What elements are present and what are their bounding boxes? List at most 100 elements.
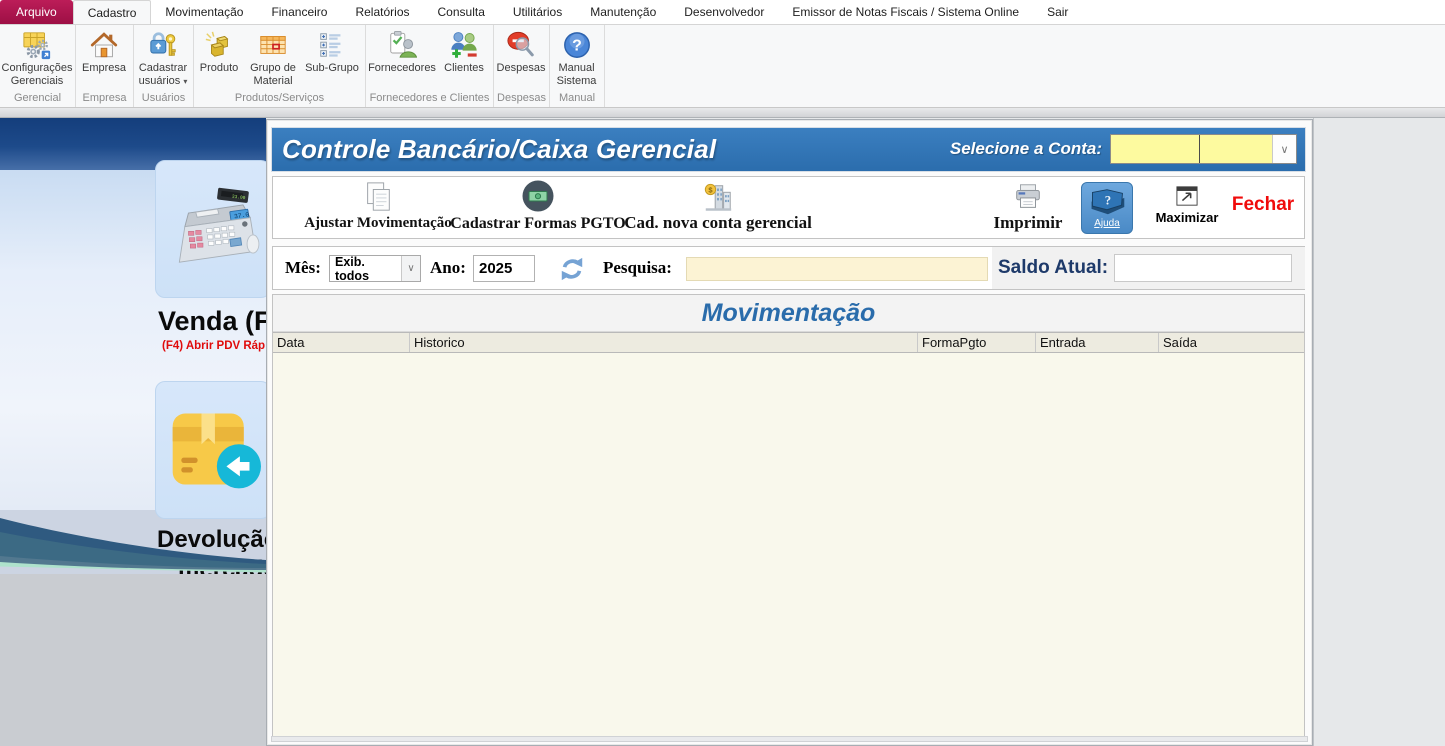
orange-grid-icon — [257, 29, 289, 61]
dialog-header: Controle Bancário/Caixa Gerencial Seleci… — [272, 128, 1305, 171]
dialog-toolbar: Ajustar Movimentação Cadastrar Formas PG… — [272, 176, 1305, 239]
ribbon-button-label: Produto — [200, 62, 239, 75]
clientes-button[interactable]: Clientes — [438, 28, 490, 76]
fechar-button[interactable]: Fechar — [1225, 194, 1301, 216]
gold-boxes-icon — [203, 29, 235, 61]
fornecedores-button[interactable]: Fornecedores — [366, 28, 438, 76]
printer-icon — [1012, 182, 1044, 212]
tab-sair[interactable]: Sair — [1033, 0, 1082, 24]
toolbar-button-label: Ajustar Movimentação — [304, 215, 452, 232]
ano-label: Ano: — [430, 258, 466, 278]
menu-bar: Arquivo Cadastro Movimentação Financeiro… — [0, 0, 1445, 24]
tab-movimentacao[interactable]: Movimentação — [151, 0, 257, 24]
cad-nova-conta-gerencial-button[interactable]: $ Cad. nova conta gerencial — [598, 181, 838, 233]
saldo-panel: Saldo Atual: — [992, 247, 1305, 289]
venda-card-label: Venda (F — [158, 306, 266, 337]
column-header-saida[interactable]: Saída — [1159, 333, 1304, 352]
account-picker: Selecione a Conta: ∨ — [950, 134, 1297, 164]
red-magnifier-icon — [505, 29, 537, 61]
ribbon-button-label: Clientes — [444, 62, 484, 75]
tab-relatorios[interactable]: Relatórios — [341, 0, 423, 24]
dropdown-arrow-icon: ▾ — [183, 77, 187, 86]
column-header-data[interactable]: Data — [273, 333, 410, 352]
empresa-button[interactable]: Empresa — [76, 28, 132, 76]
ribbon-group-label: Despesas — [494, 92, 549, 107]
dialog-title: Controle Bancário/Caixa Gerencial — [282, 134, 716, 165]
list-tree-icon — [316, 29, 348, 61]
ribbon-group-gerencial: Configurações Gerenciais Gerencial — [0, 25, 76, 107]
ribbon-group-label: Empresa — [76, 92, 133, 107]
account-combobox[interactable]: ∨ — [1110, 134, 1297, 164]
ribbon-button-label: Despesas — [497, 62, 546, 75]
ribbon-group-label: Gerencial — [0, 92, 75, 107]
produto-button[interactable]: Produto — [194, 28, 244, 76]
refresh-icon[interactable] — [559, 256, 585, 282]
toolbar-button-label: Ajuda — [1094, 218, 1120, 229]
ribbon-button-label: Empresa — [82, 62, 126, 75]
tab-cadastro[interactable]: Cadastro — [73, 0, 152, 24]
despesas-button[interactable]: Despesas — [494, 28, 548, 76]
controle-bancario-dialog: Controle Bancário/Caixa Gerencial Seleci… — [266, 119, 1313, 746]
ribbon-button-label: Configurações Gerenciais — [2, 62, 73, 88]
grupo-de-material-button[interactable]: Grupo de Material — [244, 28, 302, 89]
column-header-historico[interactable]: Historico — [410, 333, 918, 352]
tab-consulta[interactable]: Consulta — [424, 0, 499, 24]
maximize-window-icon — [1175, 185, 1199, 207]
ribbon-group-despesas: Despesas Despesas — [494, 25, 550, 107]
spreadsheet-gears-icon — [21, 29, 53, 61]
movimentacao-table: Movimentação Data Historico FormaPgto En… — [272, 294, 1305, 738]
window-edge-strip — [0, 108, 1445, 118]
ribbon: Configurações Gerenciais Gerencial — [0, 24, 1445, 108]
configuracoes-gerenciais-button[interactable]: Configurações Gerenciais — [0, 28, 74, 89]
right-background-panel — [1313, 118, 1445, 746]
help-book-icon: ? — [1087, 187, 1127, 217]
home-background: 33.00 37.0 — [0, 118, 266, 746]
ribbon-group-label: Produtos/Serviços — [194, 92, 365, 107]
saldo-atual-label: Saldo Atual: — [998, 257, 1108, 279]
ribbon-button-label: Sub-Grupo — [305, 62, 359, 75]
maximizar-button[interactable]: Maximizar — [1155, 185, 1219, 225]
svg-text:?: ? — [572, 38, 582, 55]
background-gray-footer — [0, 574, 266, 746]
tab-emissor-notas[interactable]: Emissor de Notas Fiscais / Sistema Onlin… — [778, 0, 1033, 24]
table-body-empty[interactable] — [273, 353, 1304, 737]
filter-bar: Mês: Exib. todos ∨ Ano: Pesquisa: — [272, 246, 1305, 290]
cadastrar-usuarios-button[interactable]: Cadastrar usuários ▾ — [134, 28, 192, 89]
banknote-circle-icon — [521, 179, 555, 213]
menu-arquivo[interactable]: Arquivo — [0, 0, 73, 24]
ribbon-group-label: Fornecedores e Clientes — [366, 92, 493, 107]
chevron-down-icon[interactable]: ∨ — [401, 256, 420, 281]
tab-utilitarios[interactable]: Utilitários — [499, 0, 576, 24]
column-header-formapgto[interactable]: FormaPgto — [918, 333, 1036, 352]
ribbon-group-produtos-servicos: Produto Grupo de Material — [194, 25, 366, 107]
pesquisa-input[interactable] — [686, 257, 988, 281]
documents-icon — [361, 181, 395, 213]
tab-manutencao[interactable]: Manutenção — [576, 0, 670, 24]
building-coin-icon: $ — [702, 181, 734, 213]
ajuda-button[interactable]: ? Ajuda — [1081, 182, 1133, 234]
ribbon-group-label: Usuários — [134, 92, 193, 107]
lock-key-icon — [147, 29, 179, 61]
cash-register-icon: 33.00 37.0 — [163, 183, 263, 275]
background-wave-decoration — [0, 460, 266, 578]
workspace: 33.00 37.0 — [0, 118, 1445, 746]
tab-financeiro[interactable]: Financeiro — [257, 0, 341, 24]
ribbon-button-label: Grupo de Material — [247, 62, 299, 88]
mes-select[interactable]: Exib. todos ∨ — [329, 255, 421, 282]
manual-sistema-button[interactable]: ? Manual Sistema — [550, 28, 603, 89]
ribbon-button-label: Fornecedores — [368, 62, 436, 75]
venda-card-button[interactable]: 33.00 37.0 — [155, 160, 266, 298]
account-combobox-text2[interactable] — [1200, 135, 1272, 163]
tab-desenvolvedor[interactable]: Desenvolvedor — [670, 0, 778, 24]
toolbar-button-label: Cad. nova conta gerencial — [624, 213, 812, 233]
house-icon — [88, 29, 120, 61]
sub-grupo-button[interactable]: Sub-Grupo — [302, 28, 362, 76]
table-header-row: Data Historico FormaPgto Entrada Saída — [273, 332, 1304, 353]
column-header-entrada[interactable]: Entrada — [1036, 333, 1159, 352]
account-combobox-text[interactable] — [1111, 135, 1199, 163]
people-icon — [448, 29, 480, 61]
chevron-down-icon[interactable]: ∨ — [1272, 135, 1296, 163]
ano-input[interactable] — [473, 255, 535, 282]
toolbar-button-label: Imprimir — [994, 213, 1063, 233]
imprimir-button[interactable]: Imprimir — [978, 182, 1078, 233]
